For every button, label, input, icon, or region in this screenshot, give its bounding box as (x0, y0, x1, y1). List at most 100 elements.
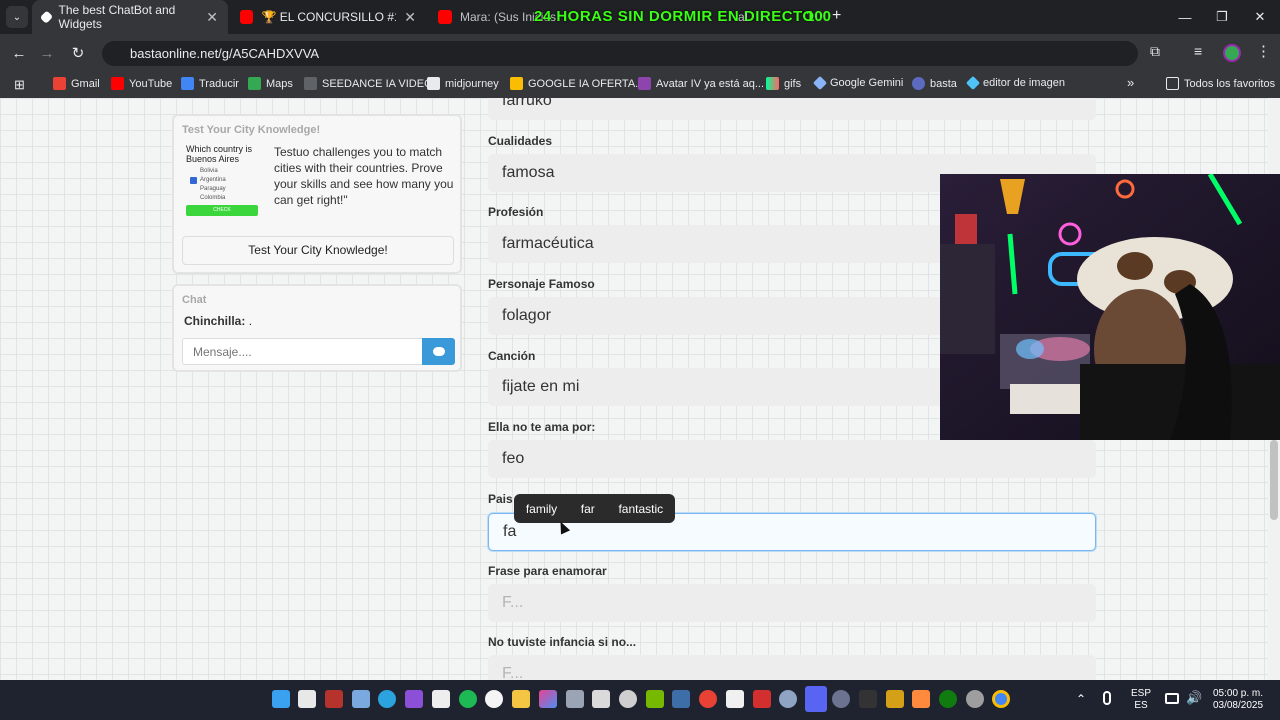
file-explorer-icon[interactable] (512, 690, 530, 708)
stream-overlay-title: 24 HORAS SIN DORMIR EN DIRECTO (534, 8, 815, 25)
quiz-option: Paraguay (200, 186, 226, 192)
bookmark-gmail[interactable]: Gmail (53, 77, 100, 90)
telegram-icon[interactable] (378, 690, 396, 708)
avatar-icon (638, 77, 651, 90)
field-label-frase-para-enamorar: Frase para enamorar (488, 564, 607, 578)
quiz-widget: Test Your City Knowledge! Which country … (172, 114, 462, 274)
chat-input[interactable] (182, 338, 423, 365)
taskbar-app-icon[interactable] (832, 690, 850, 708)
checkbox-checked-icon (190, 177, 197, 184)
xbox-icon[interactable] (939, 690, 957, 708)
taskbar-app-icon[interactable] (886, 690, 904, 708)
apps-icon[interactable]: ⊞ (14, 77, 25, 93)
epic-games-icon[interactable] (859, 690, 877, 708)
ella-no-te-ama-field[interactable]: feo (488, 440, 1096, 478)
media-control-icon[interactable]: ≡ (1194, 43, 1202, 59)
windows-taskbar: ⌃ (0, 680, 1280, 720)
new-tab-icon[interactable]: + (832, 7, 841, 25)
network-icon[interactable] (1165, 693, 1179, 704)
tab-title: 🏆 EL CONCURSILLO #17 ft. Gr (261, 10, 396, 24)
tab-concursillo[interactable]: 🏆 EL CONCURSILLO #17 ft. Gr ✕ (230, 0, 426, 34)
suggestion-item[interactable]: fantastic (618, 502, 663, 516)
frase-para-enamorar-field[interactable]: F... (488, 584, 1096, 622)
chatbot-favicon-icon (39, 10, 53, 24)
quiz-description: Testuo challenges you to match cities wi… (274, 145, 454, 207)
taskbar-app-icon[interactable] (298, 690, 316, 708)
back-icon[interactable]: ← (8, 42, 30, 64)
spotify-icon[interactable] (459, 690, 477, 708)
bookmark-seedance[interactable]: SEEDANCE IA VIDEO (304, 77, 433, 90)
chrome-icon[interactable] (699, 690, 717, 708)
taskbar-app-icon[interactable] (726, 690, 744, 708)
suggestion-item[interactable]: far (581, 502, 595, 516)
forward-icon[interactable]: → (36, 42, 58, 64)
tab-chatbot[interactable]: The best ChatBot and Widgets ✕ (32, 0, 228, 34)
url-text: bastaonline.net/g/A5CAHDXVVA (130, 46, 320, 61)
tray-chevron-icon[interactable]: ⌃ (1076, 692, 1086, 706)
folder-icon (1166, 77, 1179, 90)
bookmark-editor[interactable]: editor de imagen (965, 75, 1065, 91)
close-tab-icon[interactable]: ✕ (206, 9, 218, 26)
settings-icon[interactable] (779, 690, 797, 708)
seedance-icon (304, 77, 317, 90)
nombre-field[interactable]: farruko (488, 98, 1096, 120)
suggestion-item[interactable]: family (526, 502, 557, 516)
taskbar-app-icon[interactable] (485, 690, 503, 708)
bookmark-maps[interactable]: Maps (248, 77, 293, 90)
chat-username: Chinchilla: (184, 314, 246, 328)
taskbar-app-icon[interactable] (405, 690, 423, 708)
windows-start-icon[interactable] (272, 690, 290, 708)
microphone-icon[interactable] (1103, 691, 1111, 705)
more-bookmarks-icon[interactable]: » (1127, 75, 1134, 90)
send-message-button[interactable] (422, 338, 455, 365)
taskbar-app-icon[interactable] (352, 690, 370, 708)
taskbar-app-icon[interactable] (539, 690, 557, 708)
webcam-overlay (940, 174, 1280, 440)
chrome-active-icon[interactable] (992, 690, 1010, 708)
scrollbar-thumb[interactable] (1270, 440, 1278, 520)
nvidia-icon[interactable] (646, 690, 664, 708)
quiz-option: Colombia (200, 195, 226, 201)
chat-bubble-icon (432, 347, 445, 356)
google-ia-icon (510, 77, 523, 90)
no-tuviste-infancia-field[interactable]: F... (488, 655, 1096, 680)
camera-icon[interactable] (566, 690, 584, 708)
tab-title: The best ChatBot and Widgets (58, 3, 176, 31)
extensions-icon[interactable]: ⧉ (1150, 43, 1160, 60)
bookmark-traducir[interactable]: Traducir (181, 77, 239, 90)
field-label-personaje-famoso: Personaje Famoso (488, 277, 595, 291)
taskbar-app-icon[interactable] (592, 690, 610, 708)
quiz-question: Which country is Buenos Aires (186, 144, 253, 164)
taskbar-app-icon[interactable] (912, 690, 930, 708)
editor-icon (965, 75, 981, 91)
address-bar[interactable]: bastaonline.net/g/A5CAHDXVVA (102, 41, 1138, 66)
quiz-start-button[interactable]: Test Your City Knowledge! (182, 236, 454, 265)
profile-avatar[interactable] (1223, 44, 1241, 62)
bookmark-gifs[interactable]: gifs (766, 77, 801, 90)
bookmark-basta[interactable]: basta (912, 77, 957, 90)
reload-icon[interactable]: ↻ (67, 42, 89, 64)
bookmark-google-ia[interactable]: GOOGLE IA OFERTA... (510, 77, 644, 90)
volume-icon[interactable]: 🔊 (1186, 690, 1202, 706)
bookmark-avatar[interactable]: Avatar IV ya está aq... (638, 77, 764, 90)
bookmark-gemini[interactable]: Google Gemini (812, 75, 903, 91)
discord-icon[interactable] (805, 686, 827, 712)
all-bookmarks[interactable]: Todos los favoritos (1166, 77, 1275, 90)
bookmark-midjourney[interactable]: midjourney (427, 77, 499, 90)
share-icon[interactable] (966, 690, 984, 708)
tab-search-button[interactable]: ⌄ (6, 6, 28, 28)
steam-icon[interactable] (672, 690, 690, 708)
close-window-icon[interactable]: ✕ (1237, 0, 1280, 34)
language-indicator[interactable]: ESP ES (1130, 688, 1152, 712)
taskbar-app-icon[interactable] (753, 690, 771, 708)
bookmark-youtube[interactable]: YouTube (111, 77, 172, 90)
clock[interactable]: 05:00 p. m. 03/08/2025 (1208, 688, 1268, 712)
close-tab-icon[interactable]: ✕ (404, 9, 416, 26)
taskbar-app-icon[interactable] (432, 690, 450, 708)
taskbar-app-icon[interactable] (619, 690, 637, 708)
webcam-feed-image (940, 174, 1280, 440)
taskbar-app-icon[interactable] (325, 690, 343, 708)
translate-icon (181, 77, 194, 90)
quiz-option: Bolivia (200, 168, 218, 174)
menu-icon[interactable]: ⋮ (1256, 42, 1271, 60)
